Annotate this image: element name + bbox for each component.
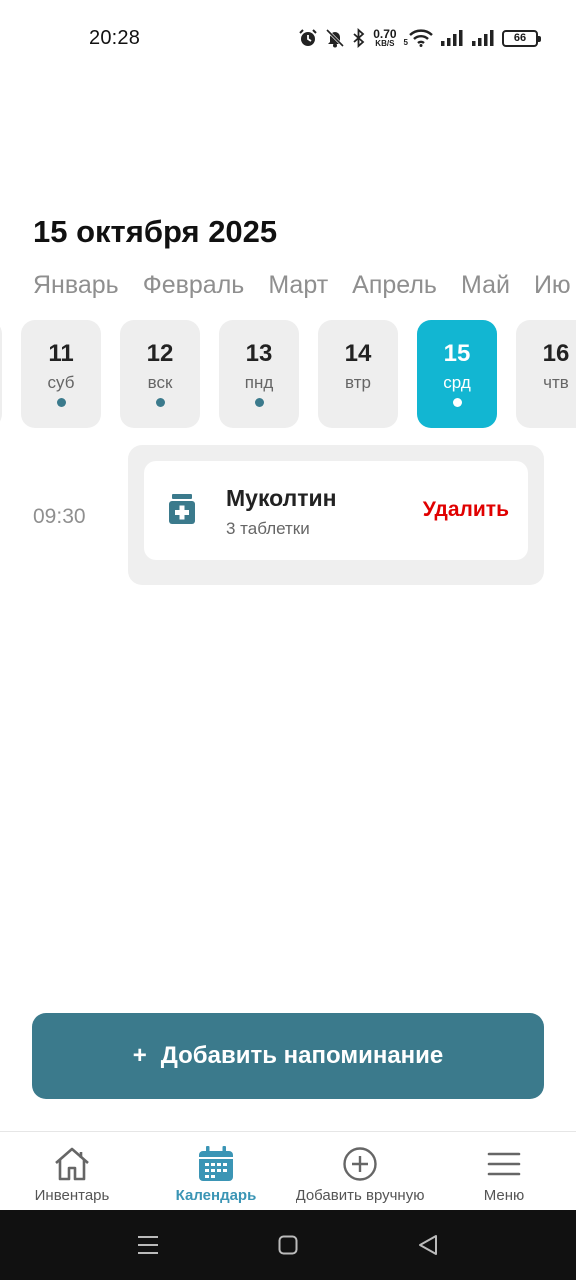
system-nav-bar: [0, 1210, 576, 1280]
delete-reminder-button[interactable]: Удалить: [423, 498, 509, 522]
status-time: 20:28: [89, 27, 141, 49]
reminder-dot: [452, 398, 462, 407]
day-number: 12: [146, 340, 174, 367]
reminder-card[interactable]: Муколтин 3 таблетки Удалить: [144, 461, 528, 560]
day-number: 14: [344, 340, 372, 367]
month-may[interactable]: Май: [461, 271, 510, 300]
bottom-nav: Инвентарь Календарь Добавить вручную Мен…: [0, 1131, 576, 1210]
day-weekday: срд: [443, 373, 471, 392]
day-strip: 10птн 11 суб 12 вск 13 пнд 14 втр 15 срд 16 чтв: [0, 320, 576, 430]
nav-item-inventory[interactable]: Инвентарь: [0, 1132, 144, 1211]
month-june[interactable]: Ию: [534, 271, 571, 300]
reminder-group: Муколтин 3 таблетки Удалить: [128, 445, 544, 585]
day-card-selected[interactable]: 15 срд: [417, 320, 497, 428]
nav-label-menu: Меню: [483, 1187, 525, 1204]
day-number: 15: [443, 340, 471, 367]
nav-label-calendar: Календарь: [175, 1187, 257, 1204]
nav-item-calendar[interactable]: Календарь: [144, 1132, 288, 1211]
signal-icon: [471, 29, 495, 47]
nav-label-inventory: Инвентарь: [34, 1187, 110, 1204]
day-card[interactable]: 14 втр: [318, 320, 398, 428]
net-speed: 0.70 KB/S: [373, 28, 396, 48]
menu-icon: [484, 1145, 524, 1183]
status-bar: 20:28 0.70 KB/S 5 66: [0, 0, 576, 76]
add-circle-icon: [340, 1145, 380, 1183]
day-weekday: втр: [345, 373, 371, 392]
nav-label-add-manually: Добавить вручную: [295, 1187, 425, 1204]
add-reminder-label: Добавить напоминание: [160, 1042, 444, 1069]
bell-off-icon: [325, 28, 345, 48]
day-number: 16: [542, 340, 570, 367]
back-icon[interactable]: [416, 1233, 440, 1257]
month-march[interactable]: Март: [268, 271, 328, 300]
month-february[interactable]: Февраль: [143, 271, 245, 300]
day-card[interactable]: 16 чтв: [516, 320, 576, 428]
reminder-dose: 3 таблетки: [226, 519, 310, 538]
home-icon: [52, 1145, 92, 1183]
reminder-dot: [155, 398, 165, 407]
day-weekday: пнд: [244, 373, 274, 392]
battery-level: 66: [513, 32, 527, 44]
month-selector: Январь Февраль Март Апрель Май Ию: [0, 262, 576, 312]
day-card[interactable]: 12 вск: [120, 320, 200, 428]
recent-apps-icon[interactable]: [136, 1233, 160, 1257]
reminder-dot: [56, 398, 66, 407]
month-april[interactable]: Апрель: [352, 271, 437, 300]
nav-item-add-manually[interactable]: Добавить вручную: [288, 1132, 432, 1211]
signal-icon: [440, 29, 464, 47]
battery-icon: 66: [502, 29, 541, 47]
month-january[interactable]: Январь: [33, 271, 119, 300]
alarm-icon: [298, 28, 318, 48]
day-card[interactable]: 10птн: [0, 320, 2, 428]
day-number: 13: [245, 340, 273, 367]
calendar-icon: [196, 1145, 236, 1183]
wifi-icon: 5: [404, 29, 433, 47]
nav-item-menu[interactable]: Меню: [432, 1132, 576, 1211]
day-weekday: суб: [47, 373, 75, 392]
plus-icon: +: [132, 1042, 147, 1069]
medicine-bottle-icon: [169, 494, 195, 524]
page-title: 15 октября 2025: [33, 214, 278, 249]
reminder-time: 09:30: [33, 505, 86, 528]
reminder-medicine-name: Муколтин: [226, 485, 337, 511]
reminder-dot: [254, 398, 264, 407]
day-weekday: вск: [147, 373, 173, 392]
day-card[interactable]: 11 суб: [21, 320, 101, 428]
wifi-label: 5: [403, 38, 408, 47]
day-card[interactable]: 13 пнд: [219, 320, 299, 428]
day-weekday: чтв: [543, 373, 569, 392]
home-square-icon[interactable]: [276, 1233, 300, 1257]
bluetooth-icon: [352, 28, 366, 48]
status-icons: 0.70 KB/S 5 66: [298, 26, 541, 50]
add-reminder-button[interactable]: + Добавить напоминание: [32, 1013, 544, 1099]
net-speed-unit: KB/S: [375, 39, 395, 48]
day-number: 11: [48, 340, 74, 367]
